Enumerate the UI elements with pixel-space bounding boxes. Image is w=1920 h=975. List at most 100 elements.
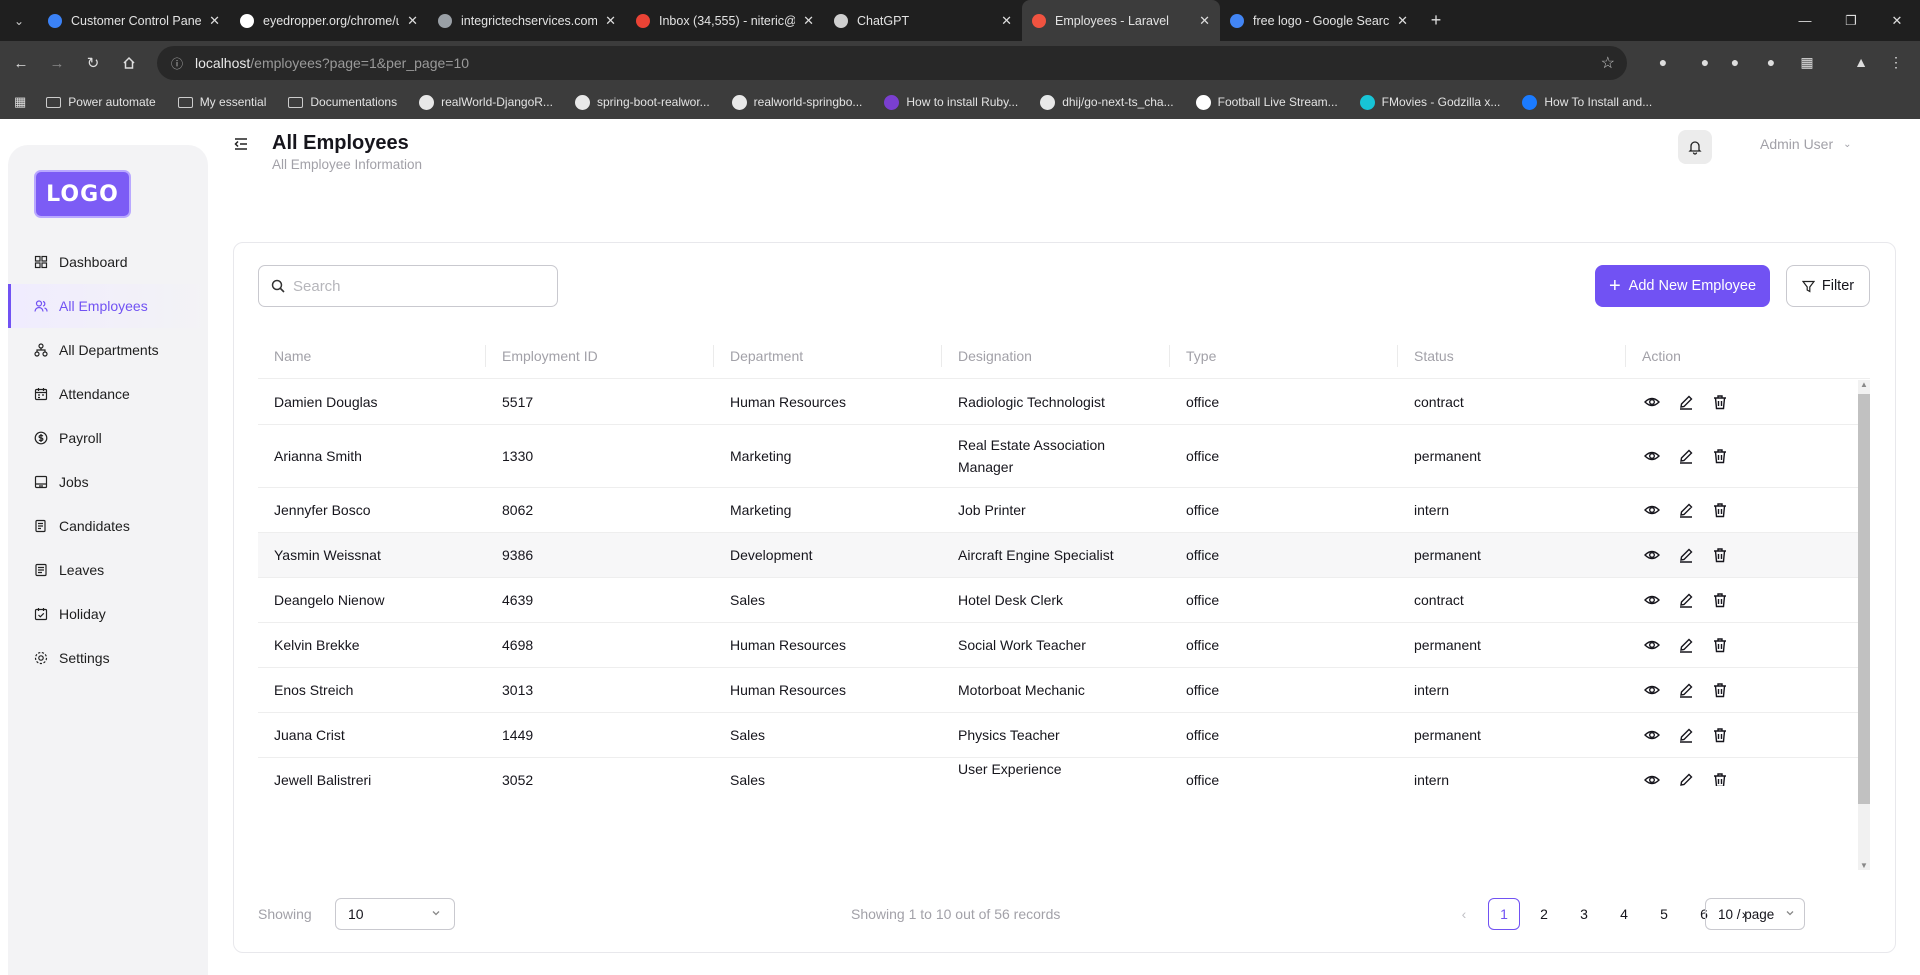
close-window-icon[interactable]: ✕ bbox=[1874, 0, 1920, 41]
site-info-icon[interactable]: ⓘ bbox=[171, 55, 183, 72]
home-icon[interactable] bbox=[114, 48, 144, 78]
table-row[interactable]: Juana Crist 1449 Sales Physics Teacher offic… bbox=[258, 713, 1870, 758]
browser-tab[interactable]: eyedropper.org/chrome/update ✕ bbox=[230, 0, 428, 41]
bookmark-star-icon[interactable]: ☆ bbox=[1601, 53, 1615, 73]
edit-icon[interactable] bbox=[1676, 545, 1696, 565]
close-tab-icon[interactable]: ✕ bbox=[1199, 13, 1210, 29]
close-tab-icon[interactable]: ✕ bbox=[605, 13, 616, 29]
page-3-button[interactable]: 3 bbox=[1568, 898, 1600, 930]
table-body[interactable]: Damien Douglas 5517 Human Resources Radiolo… bbox=[258, 380, 1870, 786]
sidebar-item-holiday[interactable]: Holiday bbox=[8, 592, 208, 636]
close-tab-icon[interactable]: ✕ bbox=[803, 13, 814, 29]
logo[interactable]: LOGO bbox=[34, 170, 131, 218]
edit-icon[interactable] bbox=[1676, 770, 1696, 786]
table-row[interactable]: Damien Douglas 5517 Human Resources Radiolo… bbox=[258, 380, 1870, 425]
view-icon[interactable] bbox=[1642, 635, 1662, 655]
browser-tab[interactable]: Inbox (34,555) - niteric@gmail.c ✕ bbox=[626, 0, 824, 41]
view-icon[interactable] bbox=[1642, 680, 1662, 700]
browser-menu-icon[interactable]: ⋮ bbox=[1885, 51, 1907, 73]
view-icon[interactable] bbox=[1642, 725, 1662, 745]
sidebar-item-settings[interactable]: Settings bbox=[8, 636, 208, 680]
close-tab-icon[interactable]: ✕ bbox=[209, 13, 220, 29]
delete-icon[interactable] bbox=[1710, 446, 1730, 466]
delete-icon[interactable] bbox=[1710, 500, 1730, 520]
close-tab-icon[interactable]: ✕ bbox=[407, 13, 418, 29]
extension-icon[interactable]: ● bbox=[1724, 51, 1746, 73]
table-row[interactable]: Kelvin Brekke 4698 Human Resources Social W… bbox=[258, 623, 1870, 668]
notification-bell-icon[interactable] bbox=[1678, 130, 1712, 164]
sidebar-item-dashboard[interactable]: Dashboard bbox=[8, 240, 208, 284]
column-header[interactable]: Department bbox=[714, 333, 942, 378]
scrollbar-thumb[interactable] bbox=[1858, 394, 1870, 804]
page-5-button[interactable]: 5 bbox=[1648, 898, 1680, 930]
view-icon[interactable] bbox=[1642, 590, 1662, 610]
table-row[interactable]: Yasmin Weissnat 9386 Development Aircraft E… bbox=[258, 533, 1870, 578]
search-input[interactable] bbox=[293, 277, 533, 295]
apps-grid-icon[interactable]: ▦ bbox=[14, 94, 26, 110]
bookmark-item[interactable]: realworld-springbo... bbox=[731, 94, 862, 110]
edit-icon[interactable] bbox=[1676, 590, 1696, 610]
view-icon[interactable] bbox=[1642, 545, 1662, 565]
search-box[interactable] bbox=[258, 265, 558, 307]
sidebar-item-all-employees[interactable]: All Employees bbox=[8, 284, 208, 328]
delete-icon[interactable] bbox=[1710, 545, 1730, 565]
edit-icon[interactable] bbox=[1676, 392, 1696, 412]
bookmark-item[interactable]: My essential bbox=[177, 95, 266, 110]
delete-icon[interactable] bbox=[1710, 770, 1730, 786]
column-header[interactable]: Name bbox=[258, 333, 486, 378]
user-menu[interactable]: Admin User ⌄ bbox=[1760, 136, 1852, 152]
table-row[interactable]: Jennyfer Bosco 8062 Marketing Job Printer of… bbox=[258, 488, 1870, 533]
bookmark-item[interactable]: spring-boot-realwor... bbox=[574, 94, 710, 110]
view-icon[interactable] bbox=[1642, 770, 1662, 786]
bookmark-item[interactable]: How To Install and... bbox=[1522, 94, 1652, 110]
browser-tab[interactable]: integrictechservices.com ✕ bbox=[428, 0, 626, 41]
table-row[interactable]: Deangelo Nienow 4639 Sales Hotel Desk Clerk… bbox=[258, 578, 1870, 623]
table-row[interactable]: Enos Streich 3013 Human Resources Motorboat… bbox=[258, 668, 1870, 713]
forward-icon[interactable]: → bbox=[42, 48, 72, 78]
extension-icon[interactable]: ● bbox=[1652, 51, 1674, 73]
prev-page-icon[interactable]: ‹ bbox=[1448, 898, 1480, 930]
column-header[interactable]: Status bbox=[1398, 333, 1626, 378]
sidebar-item-jobs[interactable]: Jobs bbox=[8, 460, 208, 504]
delete-icon[interactable] bbox=[1710, 590, 1730, 610]
tab-search-chevron-icon[interactable]: ⌄ bbox=[0, 0, 38, 41]
page-4-button[interactable]: 4 bbox=[1608, 898, 1640, 930]
address-bar[interactable]: ⓘ localhost/employees?page=1&per_page=10… bbox=[157, 46, 1627, 80]
add-employee-button[interactable]: + Add New Employee bbox=[1595, 265, 1770, 307]
menu-toggle-icon[interactable] bbox=[232, 135, 250, 153]
bookmark-item[interactable]: FMovies - Godzilla x... bbox=[1359, 94, 1500, 110]
reload-icon[interactable]: ↻ bbox=[78, 48, 108, 78]
new-tab-button[interactable]: + bbox=[1418, 10, 1454, 31]
extension-icon[interactable]: ● bbox=[1760, 51, 1782, 73]
sidebar-item-leaves[interactable]: Leaves bbox=[8, 548, 208, 592]
minimize-icon[interactable]: — bbox=[1782, 0, 1828, 41]
page-1-button[interactable]: 1 bbox=[1488, 898, 1520, 930]
view-icon[interactable] bbox=[1642, 446, 1662, 466]
scroll-up-icon[interactable]: ▲ bbox=[1860, 380, 1868, 389]
bookmark-item[interactable]: dhij/go-next-ts_cha... bbox=[1040, 94, 1174, 110]
view-icon[interactable] bbox=[1642, 500, 1662, 520]
restore-icon[interactable]: ❐ bbox=[1828, 0, 1874, 41]
scroll-down-icon[interactable]: ▼ bbox=[1860, 861, 1868, 870]
filter-button[interactable]: Filter bbox=[1786, 265, 1870, 307]
profile-icon[interactable]: ▲ bbox=[1850, 51, 1872, 73]
sidebar-item-candidates[interactable]: Candidates bbox=[8, 504, 208, 548]
per-page-select[interactable]: 10 bbox=[335, 898, 455, 930]
browser-tab[interactable]: ChatGPT ✕ bbox=[824, 0, 1022, 41]
extensions-puzzle-icon[interactable]: ▦ bbox=[1796, 51, 1818, 73]
browser-tab[interactable]: Customer Control Panel - Conta ✕ bbox=[38, 0, 230, 41]
bookmark-item[interactable]: Football Live Stream... bbox=[1195, 94, 1338, 110]
bookmark-item[interactable]: realWorld-DjangoR... bbox=[419, 94, 553, 110]
edit-icon[interactable] bbox=[1676, 446, 1696, 466]
delete-icon[interactable] bbox=[1710, 392, 1730, 412]
table-scrollbar[interactable]: ▲ ▼ bbox=[1856, 380, 1870, 870]
edit-icon[interactable] bbox=[1676, 635, 1696, 655]
view-icon[interactable] bbox=[1642, 392, 1662, 412]
bookmark-item[interactable]: Documentations bbox=[288, 95, 397, 110]
sidebar-item-payroll[interactable]: Payroll bbox=[8, 416, 208, 460]
table-row[interactable]: Arianna Smith 1330 Marketing Real Estate As… bbox=[258, 425, 1870, 488]
page-size-select[interactable]: 10 / page bbox=[1705, 898, 1805, 930]
column-header[interactable]: Designation bbox=[942, 333, 1170, 378]
bookmark-item[interactable]: Power automate bbox=[46, 95, 156, 110]
sidebar-item-all-departments[interactable]: All Departments bbox=[8, 328, 208, 372]
